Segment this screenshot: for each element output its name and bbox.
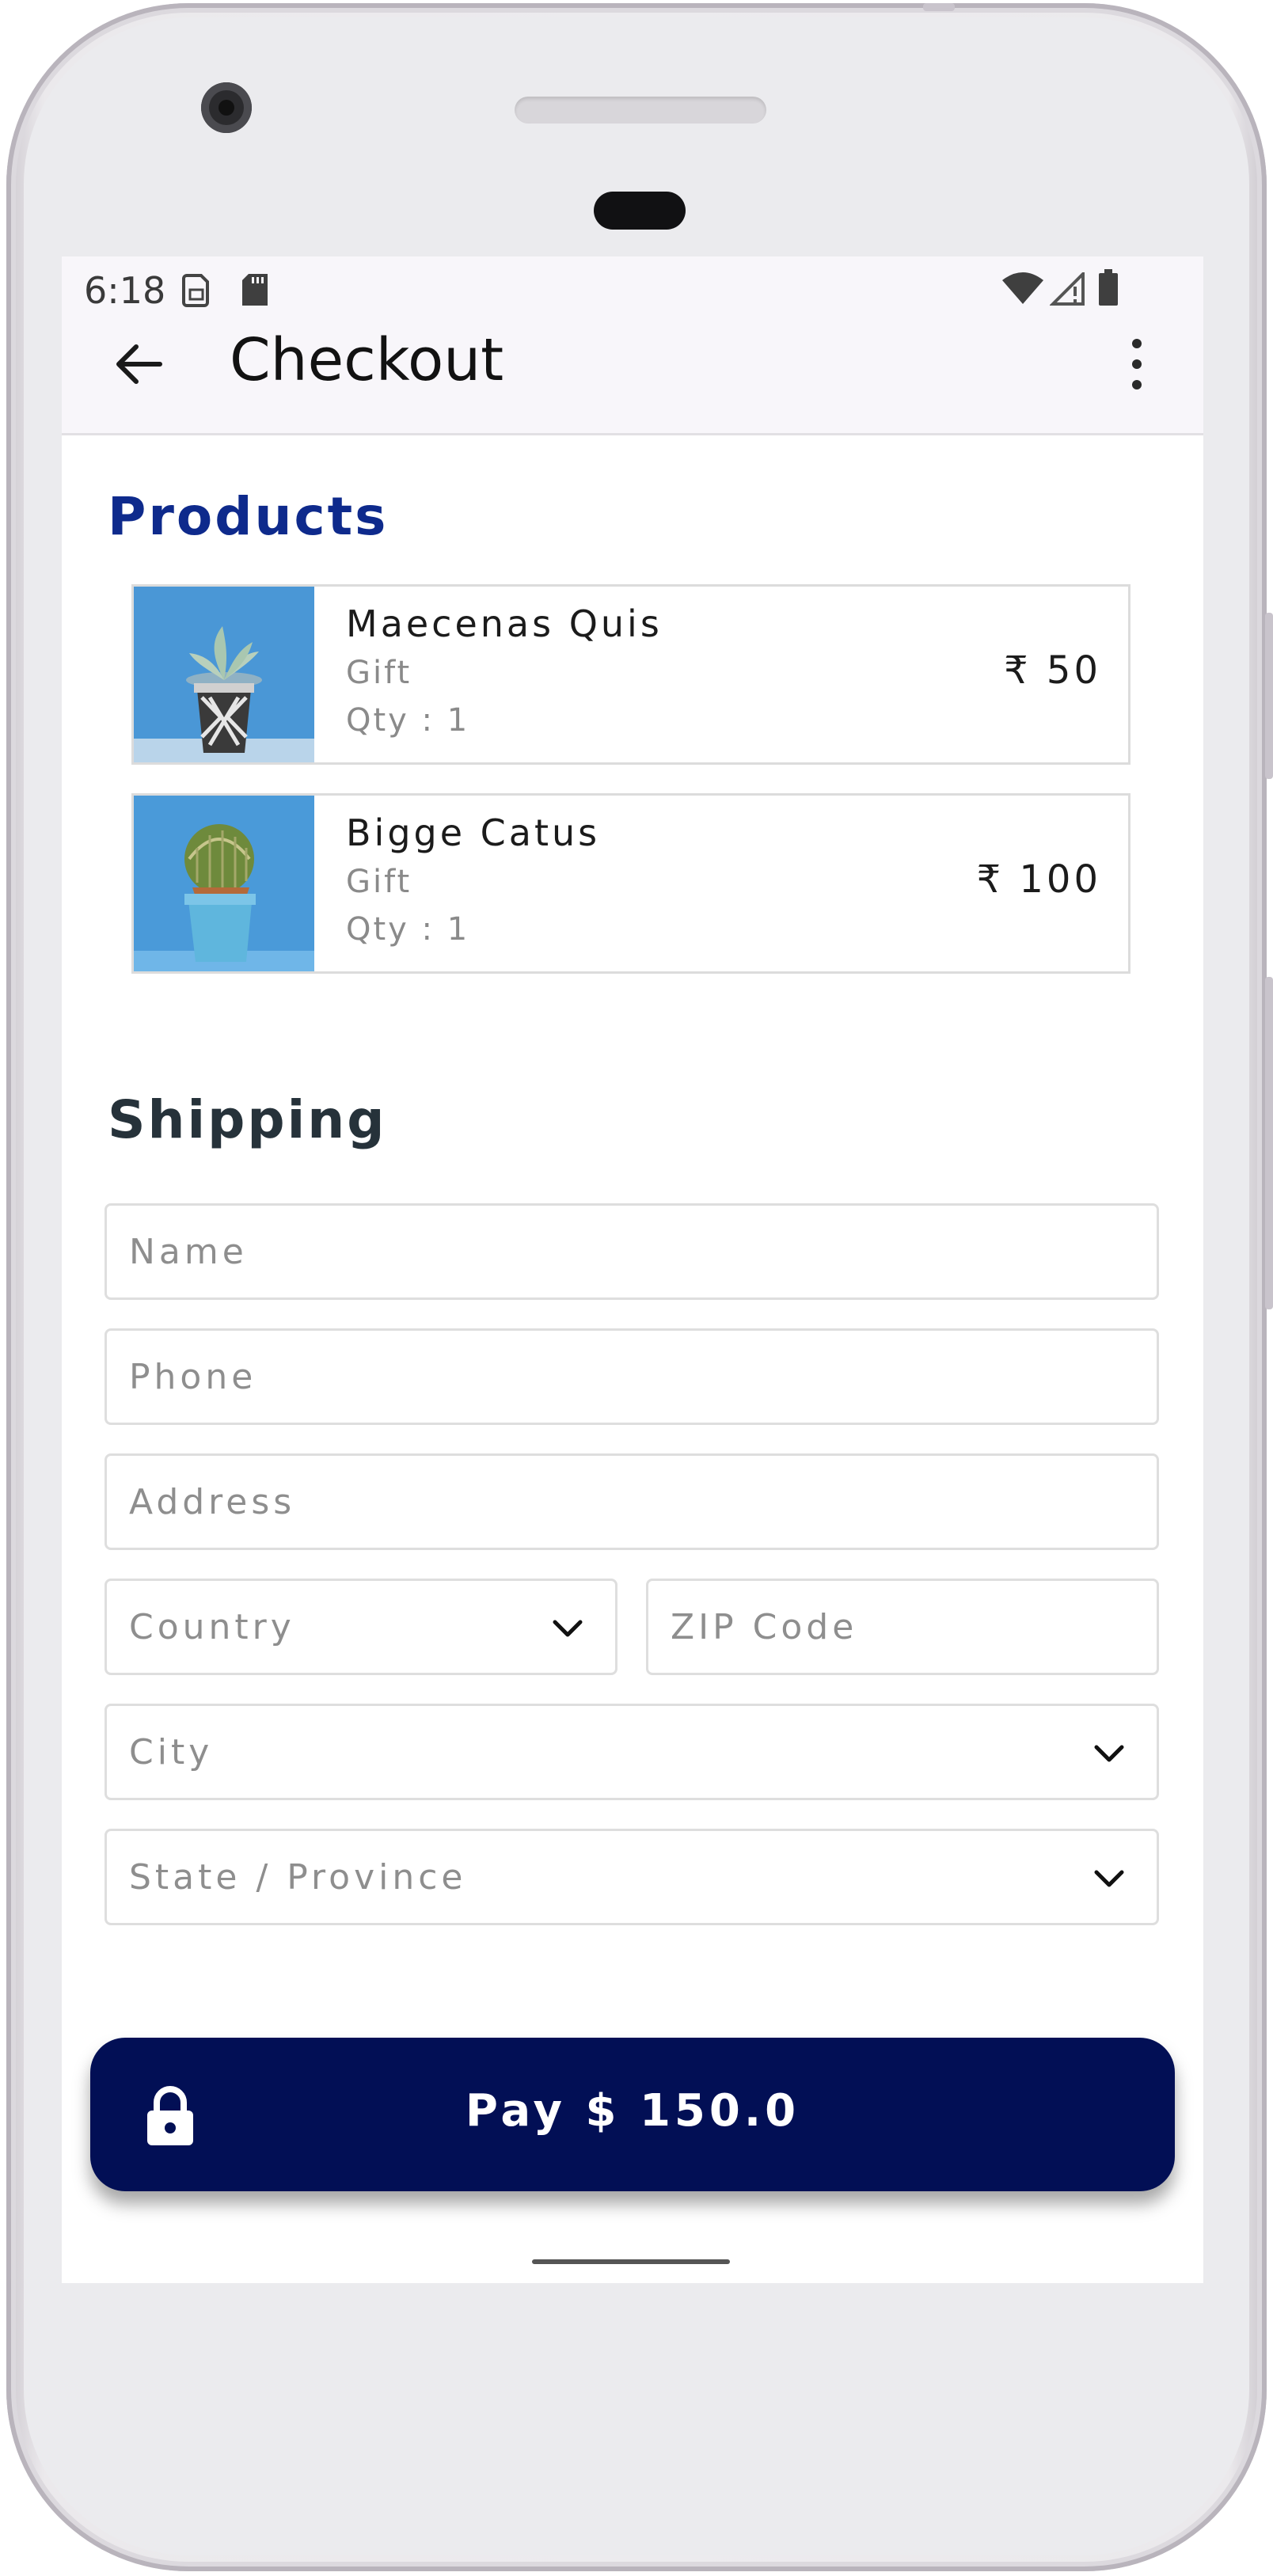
power-button	[1265, 613, 1273, 779]
pay-button[interactable]: Pay $ 150.0	[90, 2038, 1175, 2191]
phone-field	[104, 1328, 1159, 1425]
chevron-down-icon[interactable]	[1092, 1736, 1127, 1771]
city-select[interactable]	[107, 1706, 1157, 1798]
app-bar: Checkout	[62, 317, 1203, 435]
country-dropdown	[104, 1579, 618, 1675]
address-field	[104, 1453, 1159, 1550]
proximity-sensor	[594, 192, 686, 230]
product-price: ₹ 100	[976, 857, 1101, 902]
wifi-icon	[1002, 272, 1043, 304]
earpiece-speaker	[515, 97, 766, 123]
product-category: Gift	[346, 864, 412, 900]
products-heading: Products	[108, 486, 389, 547]
product-image	[134, 796, 314, 971]
product-quantity: Qty : 1	[346, 702, 470, 739]
status-bar: 6:18	[62, 256, 1203, 317]
product-category: Gift	[346, 655, 412, 691]
sd-card-icon	[242, 274, 268, 306]
state-dropdown	[104, 1829, 1159, 1925]
zip-input[interactable]	[648, 1581, 1157, 1673]
succulent-image	[134, 587, 314, 762]
zip-field	[646, 1579, 1159, 1675]
app-screen: 6:18 Checkout Products Maecenas Quis Gif…	[62, 256, 1203, 2283]
chevron-down-icon[interactable]	[550, 1611, 585, 1646]
pay-button-label: Pay $ 150.0	[465, 2085, 800, 2137]
home-indicator[interactable]	[532, 2259, 730, 2264]
state-select[interactable]	[107, 1831, 1157, 1923]
product-card[interactable]: Bigge Catus Gift Qty : 1 ₹ 100	[131, 793, 1130, 974]
sim-icon	[182, 274, 209, 307]
top-button	[923, 3, 955, 11]
product-price: ₹ 50	[1004, 648, 1101, 693]
battery-icon	[1099, 269, 1118, 306]
volume-button	[1265, 977, 1273, 1309]
product-name: Bigge Catus	[346, 811, 601, 854]
name-field	[104, 1203, 1159, 1300]
product-image	[134, 587, 314, 762]
front-camera	[201, 82, 252, 133]
shipping-heading: Shipping	[108, 1089, 387, 1150]
chevron-down-icon[interactable]	[1092, 1861, 1127, 1896]
product-name: Maecenas Quis	[346, 602, 663, 645]
arrow-back-icon[interactable]	[108, 332, 171, 396]
phone-input[interactable]	[107, 1331, 1157, 1423]
country-select[interactable]	[107, 1581, 615, 1673]
cactus-image	[134, 796, 314, 971]
page-title: Checkout	[230, 326, 504, 394]
city-dropdown	[104, 1704, 1159, 1800]
more-vert-icon[interactable]	[1105, 332, 1168, 396]
status-time: 6:18	[84, 269, 166, 312]
address-input[interactable]	[107, 1456, 1157, 1548]
product-quantity: Qty : 1	[346, 911, 470, 948]
name-input[interactable]	[107, 1206, 1157, 1297]
product-card[interactable]: Maecenas Quis Gift Qty : 1 ₹ 50	[131, 584, 1130, 765]
signal-icon	[1050, 272, 1085, 306]
